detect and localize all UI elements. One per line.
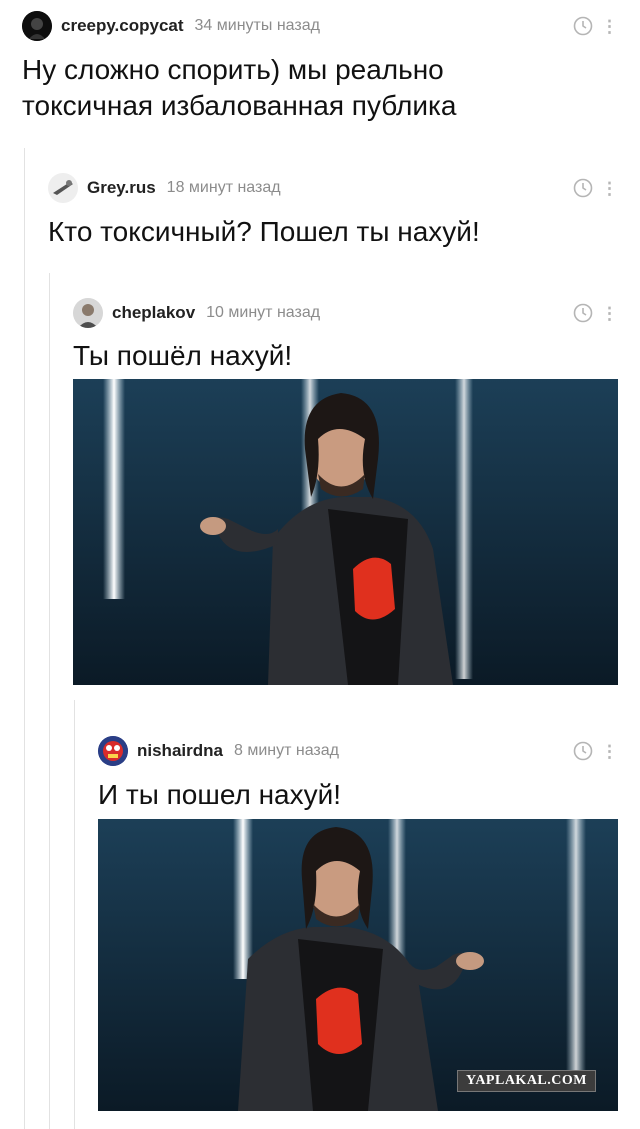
more-vertical-icon[interactable]: ⋮ <box>601 305 618 322</box>
comment-text: Кто токсичный? Пошел ты нахуй! <box>48 214 480 250</box>
author-name[interactable]: cheplakov <box>112 303 195 323</box>
author-name[interactable]: Grey.rus <box>87 178 156 198</box>
comment-text: Ты пошёл нахуй! <box>73 338 292 374</box>
comment-actions: ⋮ <box>573 303 618 323</box>
comment-text: И ты пошел нахуй! <box>98 777 341 813</box>
comment-actions: ⋮ <box>573 16 618 36</box>
avatar[interactable] <box>48 173 78 203</box>
comment-header: nishairdna 8 минут назад <box>98 735 339 767</box>
clock-icon[interactable] <box>573 178 593 198</box>
comment-time[interactable]: 8 минут назад <box>234 742 339 760</box>
comment-actions: ⋮ <box>573 178 618 198</box>
thread-line <box>24 148 25 1129</box>
thread-line <box>49 273 50 1129</box>
comment-text-line: Ты пошёл нахуй! <box>73 340 293 371</box>
comment-header: creepy.copycat 34 минуты назад <box>22 10 320 42</box>
comment-photo[interactable] <box>73 379 618 685</box>
thread-line <box>74 700 75 1129</box>
clock-icon[interactable] <box>573 741 593 761</box>
clock-icon[interactable] <box>573 16 593 36</box>
more-vertical-icon[interactable]: ⋮ <box>601 743 618 760</box>
comment-time[interactable]: 34 минуты назад <box>195 17 320 35</box>
comment-text-line: И ты пошел нахуй! <box>98 779 342 810</box>
comment-time[interactable]: 18 минут назад <box>167 179 281 197</box>
comment-text: Ну сложно спорить) мы реально токсичная … <box>22 52 456 124</box>
comment-text-line: Кто токсичный? Пошел ты нахуй! <box>48 216 480 247</box>
author-name[interactable]: nishairdna <box>137 741 223 761</box>
comment-text-line: токсичная избалованная публика <box>22 90 457 121</box>
comment-header: cheplakov 10 минут назад <box>73 297 320 329</box>
comment-photo[interactable]: YAPLAKAL.COM <box>98 819 618 1111</box>
author-name[interactable]: creepy.copycat <box>61 16 184 36</box>
avatar[interactable] <box>98 736 128 766</box>
more-vertical-icon[interactable]: ⋮ <box>601 180 618 197</box>
comment-actions: ⋮ <box>573 741 618 761</box>
comment-time[interactable]: 10 минут назад <box>206 304 320 322</box>
watermark: YAPLAKAL.COM <box>457 1070 596 1092</box>
more-vertical-icon[interactable]: ⋮ <box>601 18 618 35</box>
avatar[interactable] <box>22 11 52 41</box>
comment-text-line: Ну сложно спорить) мы реально <box>22 54 444 85</box>
clock-icon[interactable] <box>573 303 593 323</box>
comment-header: Grey.rus 18 минут назад <box>48 172 281 204</box>
avatar[interactable] <box>73 298 103 328</box>
